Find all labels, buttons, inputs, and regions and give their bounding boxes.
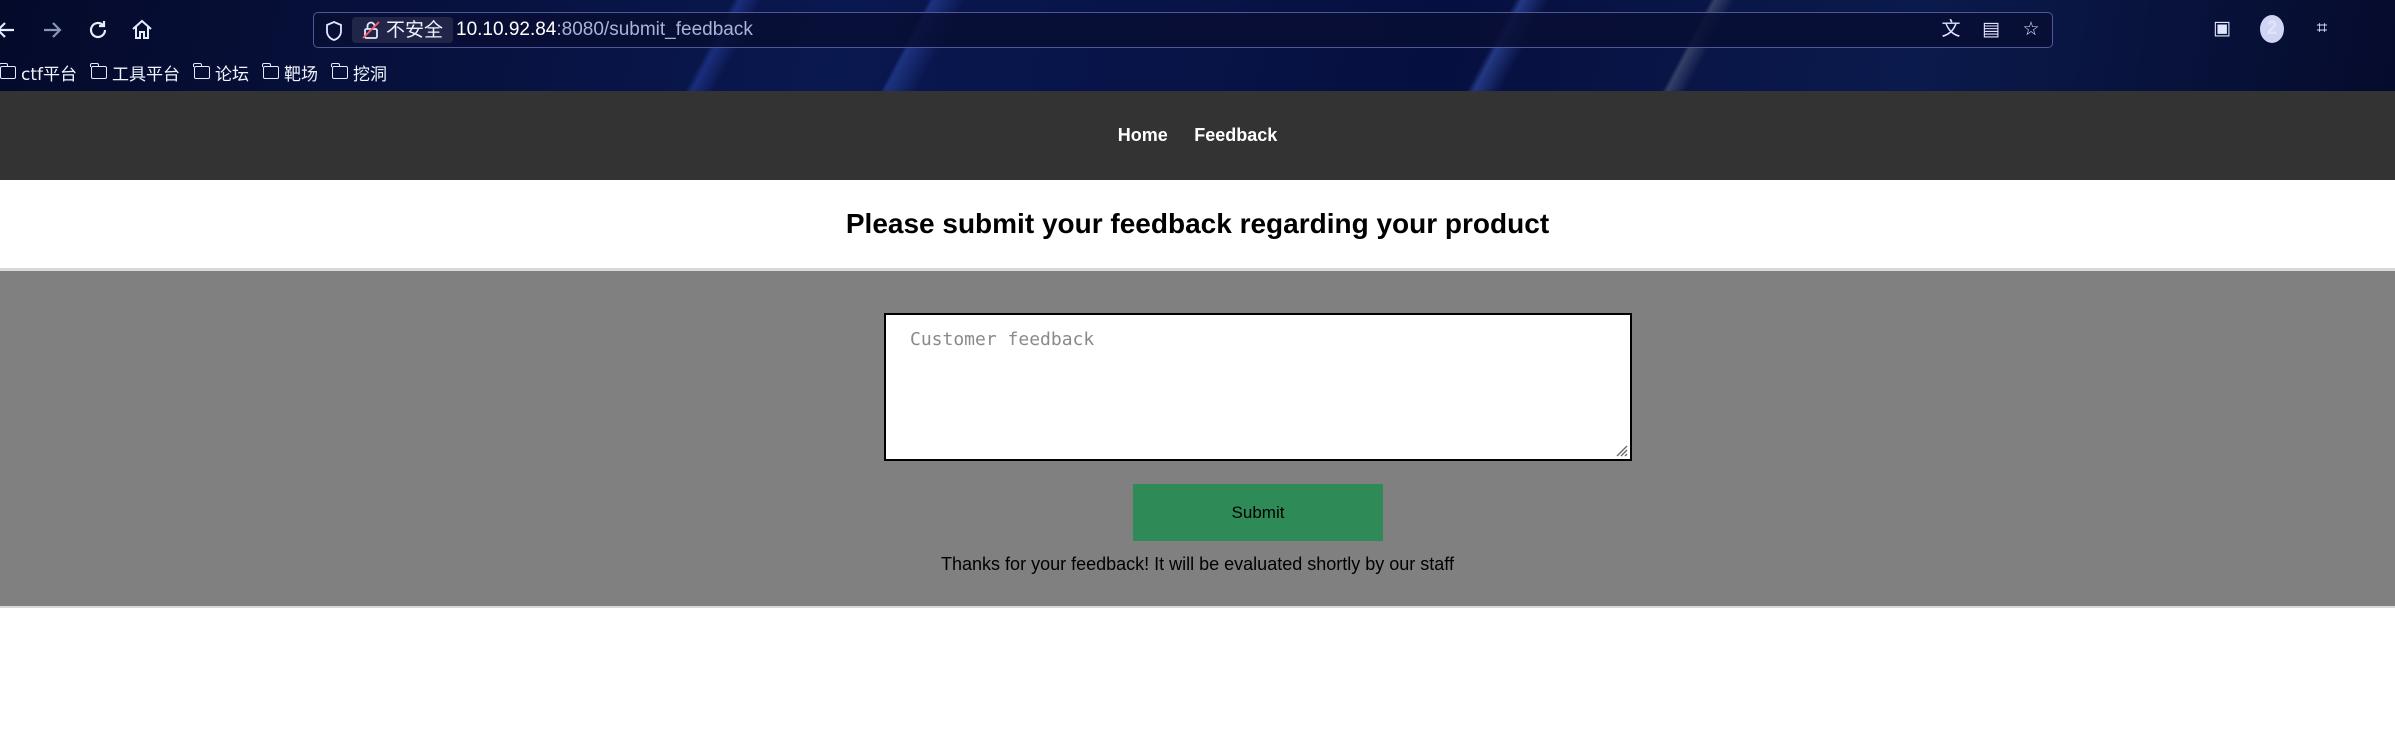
back-button[interactable] <box>0 16 20 44</box>
bookmark-bugs[interactable]: 挖洞 <box>331 58 387 86</box>
bookmark-label: 挖洞 <box>353 64 387 85</box>
folder-icon <box>0 62 16 79</box>
translate-icon[interactable]: 文 <box>1940 18 1962 42</box>
feedback-form-section: Submit Thanks for your feedback! It will… <box>0 268 2395 608</box>
folder-icon <box>262 62 279 79</box>
thanks-message: Thanks for your feedback! It will be eva… <box>941 554 1454 574</box>
feedback-textarea[interactable] <box>886 315 1630 459</box>
resize-handle-icon[interactable] <box>1614 443 1628 457</box>
bookmark-range[interactable]: 靶场 <box>262 58 318 86</box>
home-button[interactable] <box>128 16 156 44</box>
tab-count-badge: 2 <box>2260 15 2284 43</box>
tab-counter[interactable]: 2 <box>2260 15 2284 43</box>
extension-icon[interactable]: ▣ <box>2210 15 2234 43</box>
bookmark-label: 工具平台 <box>112 64 180 85</box>
bookmark-tools[interactable]: 工具平台 <box>90 58 180 86</box>
submit-button[interactable]: Submit <box>1133 484 1383 541</box>
security-label: 不安全 <box>386 19 444 41</box>
bookmarks-bar: ctf平台 工具平台 论坛 靶场 挖洞 <box>0 58 387 86</box>
reader-view-icon[interactable]: ▤ <box>1980 18 2002 42</box>
bookmark-label: 靶场 <box>284 64 318 85</box>
url-path: :8080/submit_feedback <box>556 19 753 40</box>
bookmark-label: ctf平台 <box>21 64 77 85</box>
bookmark-ctf[interactable]: ctf平台 <box>0 58 77 86</box>
feedback-textarea-wrapper <box>884 313 1632 461</box>
forward-button[interactable] <box>38 16 66 44</box>
address-bar[interactable]: 不安全 10.10.92.84:8080/submit_feedback 文 ▤… <box>313 12 2053 48</box>
url-host: 10.10.92.84 <box>456 19 557 40</box>
nav-home-link[interactable]: Home <box>1118 91 1168 180</box>
folder-icon <box>331 62 348 79</box>
folder-icon <box>193 62 210 79</box>
arrow-left-icon <box>0 22 14 38</box>
nav-feedback-link[interactable]: Feedback <box>1194 91 1277 180</box>
url-text[interactable]: 10.10.92.84:8080/submit_feedback <box>456 13 753 47</box>
reload-icon <box>89 21 107 39</box>
shield-icon[interactable] <box>324 20 344 42</box>
reload-button[interactable] <box>84 16 112 44</box>
bookmark-star-icon[interactable]: ☆ <box>2020 18 2042 42</box>
arrow-right-icon <box>44 22 62 38</box>
folder-icon <box>90 62 107 79</box>
browser-chrome: 不安全 10.10.92.84:8080/submit_feedback 文 ▤… <box>0 0 2395 92</box>
security-indicator[interactable]: 不安全 <box>352 17 454 43</box>
site-navbar: Home Feedback <box>0 91 2395 180</box>
page-title: Please submit your feedback regarding yo… <box>845 208 1550 239</box>
home-icon <box>132 19 152 39</box>
insecure-lock-icon <box>362 21 380 39</box>
crop-icon[interactable]: ⌗ <box>2310 15 2334 43</box>
bookmark-label: 论坛 <box>215 64 249 85</box>
bookmark-forum[interactable]: 论坛 <box>193 58 249 86</box>
